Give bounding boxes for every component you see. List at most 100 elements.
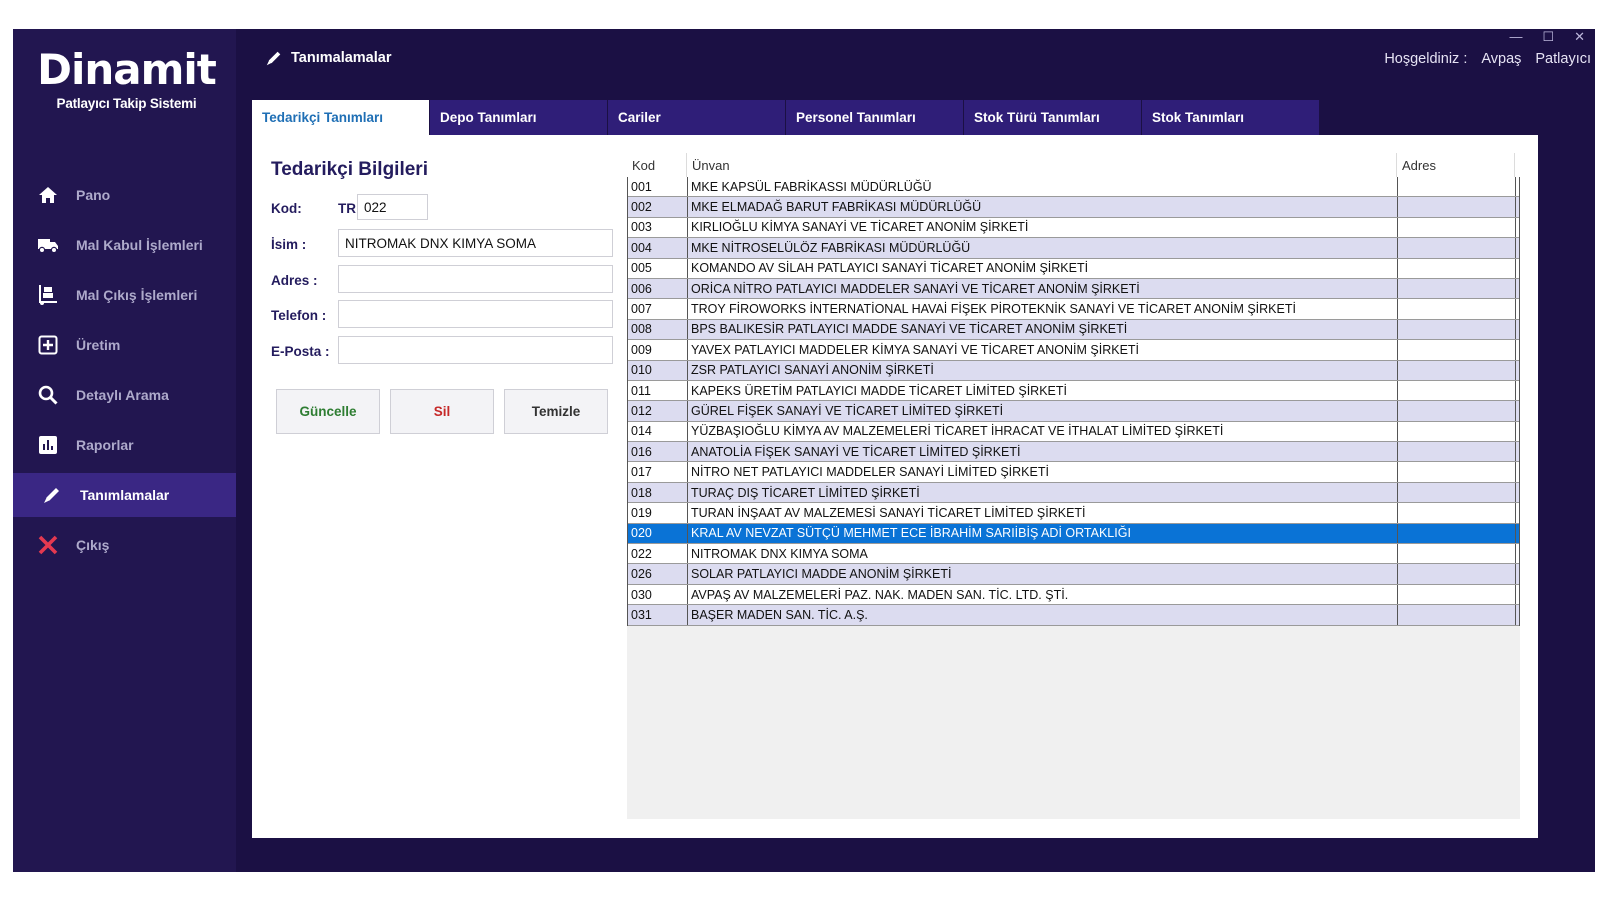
sidebar-item-mal-cikis[interactable]: Mal Çıkış İşlemleri (13, 270, 236, 320)
table-row[interactable]: 014 YÜZBAŞIOĞLU KİMYA AV MALZEMELERİ TİCA… (628, 421, 1519, 443)
table-row[interactable]: 011 KAPEKS ÜRETİM PATLAYICI MADDE TİCARET… (628, 380, 1519, 402)
close-window-button[interactable]: ✕ (1574, 29, 1585, 45)
table-row[interactable]: 031 BAŞER MADEN SAN. TİC. A.Ş. (628, 605, 1519, 626)
table-row[interactable]: 001 MKE KAPSÜL FABRİKASSI MÜDÜRLÜĞÜ (628, 177, 1519, 198)
cell-adres (1398, 462, 1516, 482)
cell-unvan: BPS BALIKESİR PATLAYICI MADDE SANAYİ VE … (688, 319, 1398, 340)
isim-label: İsim : (271, 237, 307, 252)
cell-kod: 014 (628, 421, 688, 442)
adres-field[interactable] (338, 265, 613, 293)
table-row[interactable]: 002 MKE ELMADAĞ BARUT FABRİKASI MÜDÜRLÜĞÜ (628, 197, 1519, 218)
cell-kod: 003 (628, 217, 688, 238)
telefon-label: Telefon : (271, 308, 327, 323)
tab-tedarikci-tanimlari[interactable]: Tedarikçi Tanımları (252, 100, 429, 135)
cell-unvan: KOMANDO AV SİLAH PATLAYICI SANAYİ TİCARE… (688, 258, 1398, 278)
form-title: Tedarikçi Bilgileri (271, 159, 428, 180)
table-row[interactable]: 007 TROY FİROWORKS İNTERNATİONAL HAVAİ Fİ… (628, 299, 1519, 320)
cell-kod: 009 (628, 340, 688, 360)
table-row[interactable]: 018 TURAÇ DIŞ TİCARET LİMİTED ŞİRKETİ (628, 482, 1519, 504)
cell-adres (1398, 278, 1516, 299)
tab-depo-tanimlari[interactable]: Depo Tanımları (430, 100, 607, 135)
table-row[interactable]: 016 ANATOLİA FİŞEK SANAYİ VE TİCARET LİMİ… (628, 442, 1519, 463)
user-last-name: Patlayıcı (1535, 51, 1591, 67)
page-title: Tanımalamalar (265, 49, 391, 67)
kod-field[interactable] (357, 194, 428, 220)
sidebar-item-label: Detaylı Arama (76, 387, 169, 403)
telefon-field[interactable] (338, 300, 613, 328)
cell-kod: 018 (628, 482, 688, 503)
isim-field[interactable] (338, 229, 613, 257)
eposta-label: E-Posta : (271, 344, 330, 359)
table-row[interactable]: 012 GÜREL FİŞEK SANAYİ VE TİCARET LİMİTED… (628, 401, 1519, 422)
table-row[interactable]: 004 MKE NİTROSELÜLÖZ FABRİKASI MÜDÜRLÜĞÜ (628, 238, 1519, 259)
table-row[interactable]: 003 KIRLIOĞLU KİMYA SANAYİ VE TİCARET ANO… (628, 217, 1519, 239)
cell-adres (1398, 523, 1516, 544)
tab-cariler[interactable]: Cariler (608, 100, 785, 135)
table-row[interactable]: 020 KRAL AV NEVZAT SÜTÇÜ MEHMET ECE İBRAH… (628, 523, 1519, 545)
user-first-name: Avpaş (1481, 51, 1522, 67)
tab-personel-tanimlari[interactable]: Personel Tanımları (786, 100, 963, 135)
cell-kod: 008 (628, 319, 688, 340)
table-row[interactable]: 026 SOLAR PATLAYICI MADDE ANONİM ŞİRKETİ (628, 564, 1519, 585)
sidebar-item-cikis[interactable]: Çıkış (13, 520, 236, 570)
column-header-kod[interactable]: Kod (627, 153, 687, 177)
cell-kod: 002 (628, 197, 688, 217)
supplier-grid[interactable]: Kod Ünvan Adres 001 MKE KAPSÜL FABRİKASSI… (627, 153, 1520, 819)
cell-adres (1398, 299, 1516, 319)
table-row[interactable]: 005 KOMANDO AV SİLAH PATLAYICI SANAYİ TİC… (628, 258, 1519, 279)
window-controls: — ☐ ✕ (1509, 29, 1585, 45)
tab-stok-turu-tanimlari[interactable]: Stok Türü Tanımları (964, 100, 1141, 135)
update-button[interactable]: Güncelle (276, 389, 380, 434)
sidebar-nav: Pano Mal Kabul İşlemleri Mal Çıkış İşlem… (13, 170, 236, 570)
cell-kod: 031 (628, 605, 688, 625)
sidebar-item-pano[interactable]: Pano (13, 170, 236, 220)
sidebar-item-mal-kabul[interactable]: Mal Kabul İşlemleri (13, 220, 236, 270)
cell-unvan: TURAÇ DIŞ TİCARET LİMİTED ŞİRKETİ (688, 482, 1398, 503)
table-row[interactable]: 019 TURAN İNŞAAT AV MALZEMESİ SANAYİ TİCA… (628, 503, 1519, 524)
cell-unvan: TROY FİROWORKS İNTERNATİONAL HAVAİ FİŞEK… (688, 299, 1398, 319)
cell-unvan: ZSR PATLAYICI SANAYİ ANONİM ŞİRKETİ (688, 360, 1398, 380)
cell-kod: 010 (628, 360, 688, 380)
cell-kod: 017 (628, 462, 688, 482)
sidebar-item-tanimlamalar[interactable]: Tanımlamalar (13, 473, 236, 517)
home-icon (37, 184, 59, 206)
cell-kod: 019 (628, 503, 688, 523)
table-row[interactable]: 022 NITROMAK DNX KIMYA SOMA (628, 544, 1519, 565)
eposta-field[interactable] (338, 336, 613, 364)
column-header-adres[interactable]: Adres (1397, 153, 1515, 177)
cell-kod: 030 (628, 584, 688, 605)
table-row[interactable]: 008 BPS BALIKESİR PATLAYICI MADDE SANAYİ … (628, 319, 1519, 341)
cell-kod: 022 (628, 544, 688, 564)
cell-unvan: KRAL AV NEVZAT SÜTÇÜ MEHMET ECE İBRAHİM … (688, 523, 1398, 544)
truck-icon (37, 234, 59, 256)
cell-adres (1398, 503, 1516, 523)
kod-label: Kod: (271, 201, 302, 216)
cell-adres (1398, 238, 1516, 258)
clear-button[interactable]: Temizle (504, 389, 608, 434)
pencil-icon (41, 484, 63, 506)
tab-stok-tanimlari[interactable]: Stok Tanımları (1142, 100, 1319, 135)
sidebar-item-raporlar[interactable]: Raporlar (13, 420, 236, 470)
logo-title: Dinamit (37, 45, 217, 94)
adres-label: Adres : (271, 273, 318, 288)
cell-unvan: MKE KAPSÜL FABRİKASSI MÜDÜRLÜĞÜ (688, 177, 1398, 197)
cell-unvan: NİTRO NET PATLAYICI MADDELER SANAYİ LİMİ… (688, 462, 1398, 482)
sidebar-item-detayli-arama[interactable]: Detaylı Arama (13, 370, 236, 420)
cell-kod: 004 (628, 238, 688, 258)
table-row[interactable]: 017 NİTRO NET PATLAYICI MADDELER SANAYİ L… (628, 462, 1519, 483)
delete-button[interactable]: Sil (390, 389, 494, 434)
cell-adres (1398, 177, 1516, 197)
cell-kod: 006 (628, 278, 688, 299)
cell-unvan: GÜREL FİŞEK SANAYİ VE TİCARET LİMİTED Şİ… (688, 401, 1398, 421)
table-row[interactable]: 006 ORİCA NİTRO PATLAYICI MADDELER SANAYİ… (628, 278, 1519, 300)
table-row[interactable]: 030 AVPAŞ AV MALZEMELERİ PAZ. NAK. MADEN … (628, 584, 1519, 606)
minimize-button[interactable]: — (1509, 29, 1522, 45)
table-row[interactable]: 009 YAVEX PATLAYICI MADDELER KİMYA SANAYİ… (628, 340, 1519, 361)
column-header-unvan[interactable]: Ünvan (687, 153, 1397, 177)
table-row[interactable]: 010 ZSR PATLAYICI SANAYİ ANONİM ŞİRKETİ (628, 360, 1519, 381)
cell-unvan: BAŞER MADEN SAN. TİC. A.Ş. (688, 605, 1398, 625)
cell-unvan: ORİCA NİTRO PATLAYICI MADDELER SANAYİ VE… (688, 278, 1398, 299)
cell-adres (1398, 380, 1516, 401)
maximize-button[interactable]: ☐ (1542, 29, 1554, 45)
sidebar-item-uretim[interactable]: Üretim (13, 320, 236, 370)
